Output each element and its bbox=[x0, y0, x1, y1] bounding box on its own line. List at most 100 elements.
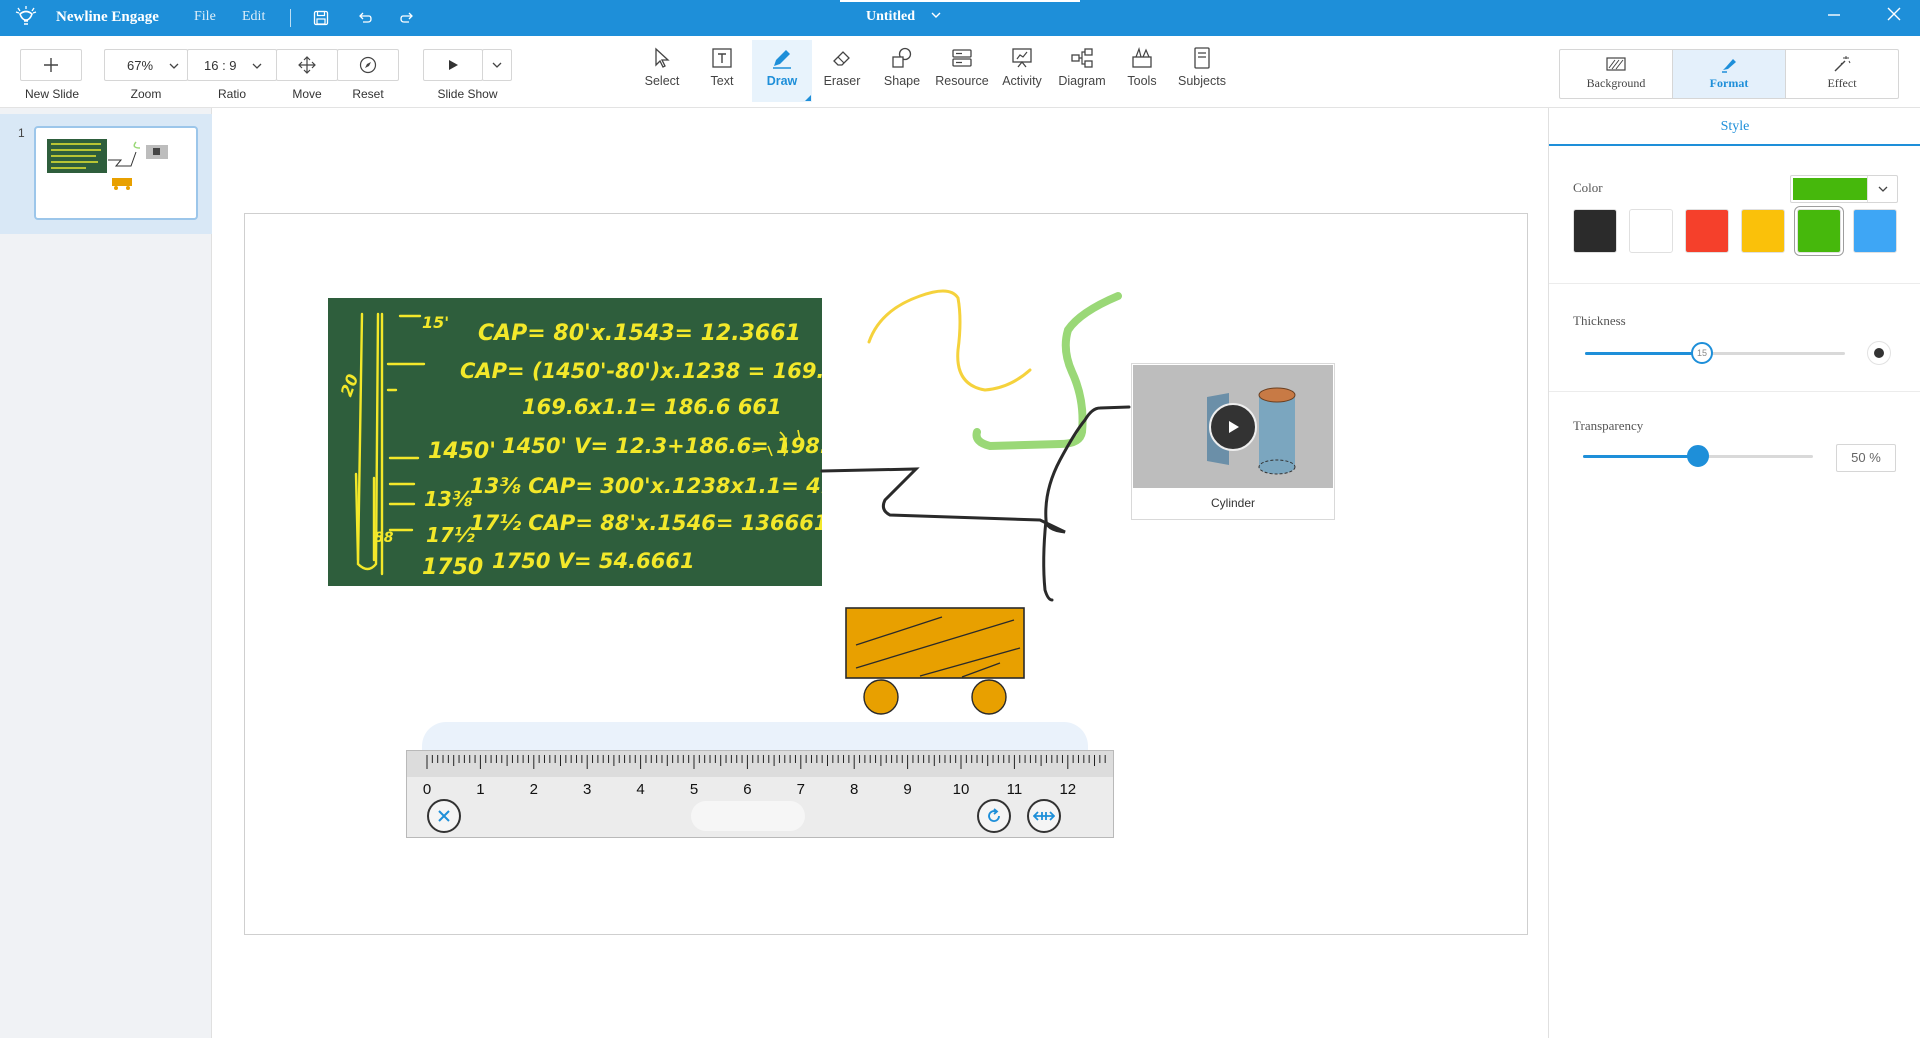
redo-icon[interactable] bbox=[396, 7, 418, 29]
slideshow-label: Slide Show bbox=[437, 87, 498, 101]
eraser-icon bbox=[833, 51, 850, 66]
slideshow-options-button[interactable] bbox=[482, 49, 512, 81]
video-thumbnail[interactable] bbox=[1133, 365, 1333, 488]
tool-eraser-label: Eraser bbox=[823, 74, 861, 88]
calc-line-4: 1450' V= 12.3+186.6= 198.9661 bbox=[502, 434, 822, 458]
tool-resource[interactable]: Resource bbox=[932, 40, 992, 102]
resource-icon bbox=[952, 49, 972, 67]
document-title[interactable]: Untitled bbox=[866, 9, 915, 25]
compass-icon bbox=[359, 56, 377, 74]
reset-label: Reset bbox=[352, 87, 384, 101]
shape-icon bbox=[892, 47, 912, 68]
side-label-1750: 1750 bbox=[422, 555, 483, 580]
slide-thumbnail[interactable] bbox=[34, 126, 198, 220]
video-caption: Cylinder bbox=[1210, 496, 1255, 510]
ruler-handle[interactable] bbox=[691, 801, 805, 831]
video-card[interactable]: Cylinder bbox=[1131, 363, 1335, 520]
newline-logo-icon bbox=[15, 6, 37, 25]
zoom-value: 67% bbox=[127, 57, 154, 73]
chevron-down-icon bbox=[492, 62, 502, 68]
tab-format[interactable]: Format bbox=[1673, 50, 1786, 98]
side-label-88: 88 bbox=[374, 530, 394, 546]
ruler-extend-button[interactable] bbox=[1027, 799, 1061, 833]
plus-icon bbox=[44, 58, 58, 72]
ruler-tool[interactable]: 0 1 2 3 4 5 6 7 8 9 10 11 12 bbox=[406, 750, 1114, 838]
close-icon[interactable] bbox=[1886, 6, 1902, 27]
transparency-slider-fill bbox=[1583, 455, 1698, 458]
color-swatch[interactable] bbox=[1685, 209, 1729, 253]
thickness-slider-knob[interactable]: 15 bbox=[1691, 342, 1713, 364]
tool-select-label: Select bbox=[644, 74, 680, 88]
slide-panel: 1 bbox=[0, 108, 212, 1038]
format-brush-icon bbox=[1722, 59, 1736, 73]
section-divider bbox=[1549, 391, 1920, 392]
ruler-close-button[interactable] bbox=[427, 799, 461, 833]
tab-background-label: Background bbox=[1586, 76, 1646, 90]
ratio-select[interactable]: 16 : 9 bbox=[187, 49, 277, 81]
undo-icon[interactable] bbox=[354, 7, 376, 29]
title-bar: Newline Engage File Edit Untitled bbox=[0, 0, 1920, 36]
color-swatch[interactable] bbox=[1573, 209, 1617, 253]
color-dropdown[interactable] bbox=[1790, 175, 1898, 203]
play-icon bbox=[1229, 421, 1239, 433]
slide-thumbnail-preview bbox=[47, 139, 168, 190]
tool-activity[interactable]: Activity bbox=[992, 40, 1052, 102]
tab-style[interactable]: Style bbox=[1549, 108, 1920, 146]
ruler-number: 8 bbox=[850, 781, 859, 798]
play-icon bbox=[449, 60, 458, 70]
extend-icon bbox=[1033, 811, 1055, 821]
tool-diagram-label: Diagram bbox=[1058, 74, 1106, 88]
tool-subjects-label: Subjects bbox=[1178, 74, 1226, 88]
minimize-icon[interactable] bbox=[1826, 6, 1842, 27]
play-video-button[interactable] bbox=[1209, 403, 1257, 451]
tool-subjects[interactable]: Subjects bbox=[1172, 40, 1232, 102]
close-circle-icon bbox=[438, 810, 450, 822]
tool-diagram[interactable]: Diagram bbox=[1052, 40, 1112, 102]
slideshow-play-button[interactable] bbox=[423, 49, 483, 81]
move-button[interactable] bbox=[276, 49, 338, 81]
ruler-rotate-button[interactable] bbox=[977, 799, 1011, 833]
ruler-number: 4 bbox=[636, 781, 645, 798]
ruler-number: 12 bbox=[1059, 781, 1077, 798]
zoom-label: Zoom bbox=[130, 87, 162, 101]
slide-thumbnail-item[interactable]: 1 bbox=[0, 114, 212, 234]
transparency-input[interactable]: 50 % bbox=[1836, 444, 1896, 472]
color-swatch[interactable] bbox=[1741, 209, 1785, 253]
document-title-indicator bbox=[840, 0, 1080, 2]
menu-file[interactable]: File bbox=[194, 9, 216, 25]
ruler-drag-area[interactable] bbox=[422, 722, 1088, 752]
tool-select[interactable]: Select bbox=[632, 40, 692, 102]
new-slide-button[interactable] bbox=[20, 49, 82, 81]
menu-edit[interactable]: Edit bbox=[242, 9, 265, 25]
color-swatch[interactable] bbox=[1629, 209, 1673, 253]
thickness-slider[interactable] bbox=[1585, 352, 1845, 355]
transparency-slider-knob[interactable] bbox=[1687, 445, 1709, 467]
zoom-select[interactable]: 67% bbox=[104, 49, 188, 81]
ruler-number: 6 bbox=[743, 781, 752, 798]
tab-effect[interactable]: Effect bbox=[1786, 50, 1898, 98]
calc-line-6: 17½ CAP= 88'x.1546= 136661 bbox=[470, 511, 822, 535]
tool-draw[interactable]: Draw bbox=[752, 40, 812, 102]
move-icon bbox=[298, 56, 316, 74]
color-swatch[interactable] bbox=[1853, 209, 1897, 253]
tool-eraser[interactable]: Eraser bbox=[812, 40, 872, 102]
chevron-down-icon bbox=[1867, 176, 1897, 202]
magic-wand-icon bbox=[1834, 56, 1851, 72]
calc-line-7: 1750 V= 54.6661 bbox=[492, 549, 695, 573]
tool-shape[interactable]: Shape bbox=[872, 40, 932, 102]
tool-tools[interactable]: Tools bbox=[1112, 40, 1172, 102]
reset-button[interactable] bbox=[337, 49, 399, 81]
ruler-number: 10 bbox=[952, 781, 970, 798]
chalkboard-image[interactable]: 20 15' 1450' 13⅜ 17½ 1750 88 CAP= 80'x.1… bbox=[328, 298, 890, 586]
color-swatch[interactable] bbox=[1795, 207, 1843, 255]
tab-background[interactable]: Background bbox=[1560, 50, 1673, 98]
cursor-icon bbox=[655, 47, 670, 68]
side-label-15: 15' bbox=[422, 313, 449, 332]
side-label-17-half: 17½ bbox=[426, 523, 475, 547]
app-name: Newline Engage bbox=[56, 9, 159, 25]
thickness-value: 15 bbox=[1696, 348, 1707, 358]
tool-text[interactable]: Text bbox=[692, 40, 752, 102]
chevron-down-icon[interactable] bbox=[930, 9, 942, 24]
calc-line-2: CAP= (1450'-80')x.1238 = 169.6 661 bbox=[460, 359, 822, 383]
save-icon[interactable] bbox=[310, 7, 332, 29]
